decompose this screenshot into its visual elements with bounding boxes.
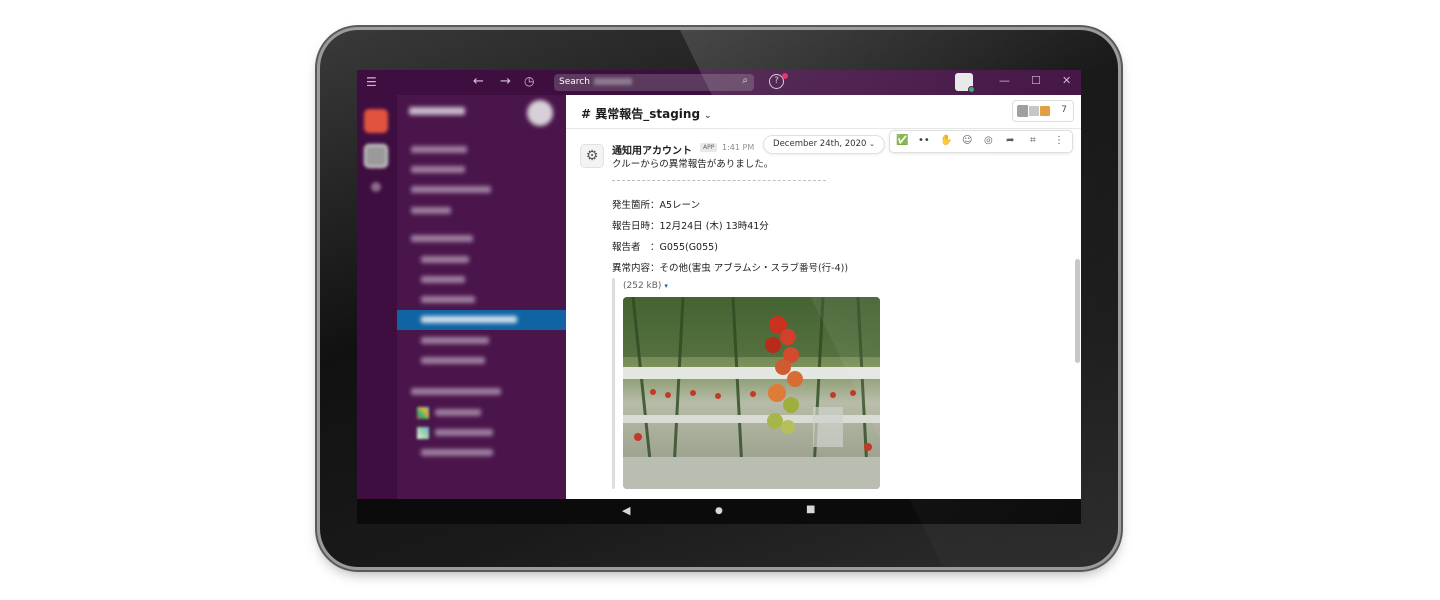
recents-icon[interactable]: ■ — [806, 504, 815, 515]
search-icon: ⌕ — [742, 75, 748, 86]
sidebar-item[interactable] — [397, 140, 566, 160]
sidebar-section-channels[interactable] — [397, 229, 566, 249]
channel-title-text: # 異常報告_staging — [581, 107, 701, 121]
back-icon[interactable]: ◀ — [622, 504, 630, 517]
sidebar-item[interactable] — [397, 201, 566, 221]
channel-header: # 異常報告_staging ⌄ 7 — [566, 95, 1081, 129]
message-content: 異常内容：その他(害虫 アブラムシ・スラブ番号(行-4)) — [612, 263, 849, 274]
attached-photo[interactable] — [623, 297, 880, 489]
hamburger-icon[interactable]: ☰ — [366, 75, 377, 89]
search-workspace-blurred — [593, 78, 632, 85]
bookmark-icon[interactable]: ⌗ — [1030, 135, 1036, 146]
chevron-down-icon: ⌄ — [704, 111, 712, 121]
member-list-button[interactable]: 7 — [1012, 100, 1074, 122]
sidebar-dm-item[interactable] — [397, 443, 566, 463]
arrow-right-icon[interactable]: → — [500, 74, 511, 89]
checkmark-reaction-icon[interactable]: ✅ — [896, 135, 908, 146]
sidebar-section-direct-messages[interactable] — [397, 382, 566, 402]
notification-dot — [782, 73, 788, 79]
message-pane: ⚙ 通知用アカウント APP 1:41 PM December 24th, 20… — [566, 129, 1081, 499]
sidebar-dm-item[interactable] — [397, 403, 566, 423]
message-datetime: 報告日時：12月24日 (木) 13時41分 — [612, 221, 769, 232]
sidebar-item-active-channel[interactable] — [397, 310, 566, 330]
sidebar-item[interactable] — [397, 331, 566, 351]
add-reaction-icon[interactable]: ☺ — [962, 135, 972, 146]
minimize-icon[interactable]: — — [999, 74, 1010, 87]
raised-hands-reaction-icon[interactable]: ✋ — [940, 135, 952, 146]
scrollbar[interactable] — [1075, 259, 1080, 363]
message-time[interactable]: 1:41 PM — [722, 143, 754, 152]
app-badge: APP — [700, 143, 718, 152]
sidebar-item[interactable] — [397, 270, 566, 290]
compose-icon[interactable] — [527, 100, 553, 126]
sidebar-item[interactable] — [397, 351, 566, 371]
workspace-icon[interactable] — [364, 144, 388, 168]
divider-line — [612, 180, 826, 181]
sidebar-item[interactable] — [397, 250, 566, 270]
sidebar-item[interactable] — [397, 180, 566, 200]
sidebar-item[interactable] — [397, 160, 566, 180]
help-label: ? — [774, 76, 779, 86]
reply-thread-icon[interactable]: ◎ — [984, 135, 993, 146]
tomato-greenhouse-image — [623, 297, 880, 489]
app-screen: ☰ ← → ◷ Search ⌕ ? — ☐ ✕ # 異常報告_staging … — [357, 70, 1081, 524]
presence-icon — [968, 86, 975, 93]
chevron-down-icon: ⌄ — [869, 140, 875, 148]
webhook-icon[interactable]: ⚙ — [580, 144, 604, 168]
sidebar-item[interactable] — [397, 290, 566, 310]
caret-down-icon: ▾ — [664, 282, 668, 290]
message-reporter: 報告者 ：G055(G055) — [612, 242, 718, 253]
sidebar-dm-item[interactable] — [397, 423, 566, 443]
add-workspace-icon[interactable] — [371, 182, 381, 192]
more-actions-icon[interactable]: ⋮ — [1054, 135, 1064, 146]
file-size[interactable]: (252 kB) ▾ — [623, 281, 668, 291]
android-nav-bar: ◀ ● ■ — [357, 499, 1081, 524]
message-intro: クルーからの異常報告がありました。 — [612, 159, 774, 170]
home-icon[interactable]: ● — [715, 506, 723, 516]
title-bar: ☰ ← → ◷ Search ⌕ ? — ☐ ✕ — [357, 70, 1081, 95]
attachment-bar — [612, 278, 615, 489]
message-location: 発生箇所：A5レーン — [612, 200, 701, 211]
clock-icon[interactable]: ◷ — [524, 74, 534, 88]
date-label: December 24th, 2020 — [773, 139, 867, 149]
share-icon[interactable]: ➦ — [1006, 135, 1014, 146]
channel-title[interactable]: # 異常報告_staging ⌄ — [581, 105, 712, 122]
message-sender[interactable]: 通知用アカウント — [612, 142, 692, 157]
member-avatar-icon — [1039, 105, 1051, 117]
message-actions-toolbar: ✅ •• ✋ ☺ ◎ ➦ ⌗ ⋮ — [889, 130, 1073, 153]
sidebar — [397, 95, 566, 499]
search-label: Search — [559, 77, 590, 87]
eyes-reaction-icon[interactable]: •• — [918, 135, 930, 146]
maximize-icon[interactable]: ☐ — [1031, 74, 1041, 87]
file-size-text: (252 kB) — [623, 281, 662, 291]
search-input[interactable]: Search ⌕ — [554, 74, 754, 91]
close-icon[interactable]: ✕ — [1062, 74, 1071, 87]
member-count: 7 — [1061, 105, 1067, 115]
workspace-rail — [357, 95, 397, 499]
arrow-left-icon[interactable]: ← — [473, 74, 484, 89]
date-divider-button[interactable]: December 24th, 2020 ⌄ — [763, 135, 885, 154]
workspace-icon[interactable] — [364, 109, 388, 133]
workspace-name[interactable] — [409, 107, 465, 115]
